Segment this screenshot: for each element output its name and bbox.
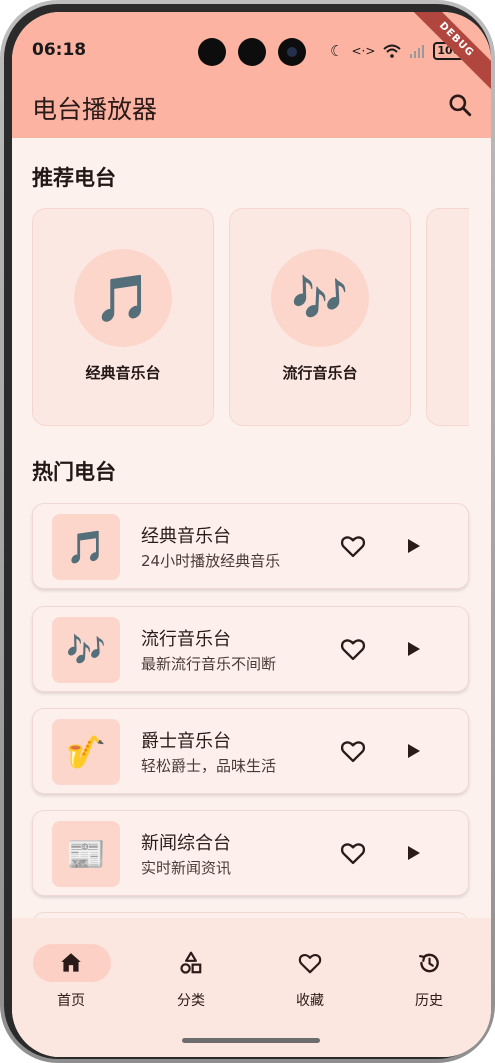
app-bar: 06:18 ☾ <·> 100 DEBUG 电台播放器 — [12, 12, 491, 138]
camera-lens — [238, 38, 266, 66]
recommended-card-label: 经典音乐台 — [85, 364, 161, 382]
bottom-navigation: 首页 分类 收藏 历史 — [12, 918, 491, 1057]
recommended-section-title: 推荐电台 — [32, 166, 116, 190]
nav-label: 分类 — [177, 993, 205, 1009]
category-icon — [180, 951, 202, 974]
favorite-heart-icon[interactable] — [339, 737, 367, 765]
nfc-icon: <·> — [351, 44, 376, 58]
music-note-icon: 🎵 — [74, 249, 172, 347]
nav-label: 历史 — [415, 993, 443, 1009]
favorite-heart-icon[interactable] — [339, 839, 367, 867]
play-icon[interactable] — [401, 739, 425, 763]
phone-screen: 06:18 ☾ <·> 100 DEBUG 电台播放器 推荐电台 🎵 经典音乐台… — [12, 12, 491, 1057]
device-bezel: 06:18 ☾ <·> 100 DEBUG 电台播放器 推荐电台 🎵 经典音乐台… — [4, 4, 491, 1059]
station-description: 24小时播放经典音乐 — [141, 552, 281, 570]
play-icon[interactable] — [401, 534, 425, 558]
nav-item-category[interactable]: 分类 — [141, 938, 241, 1009]
favorite-heart-icon[interactable] — [339, 532, 367, 560]
station-card[interactable]: 🎶 流行音乐台 最新流行音乐不间断 — [32, 606, 469, 692]
music-notes-icon: 🎶 — [271, 249, 369, 347]
station-name: 新闻综合台 — [141, 833, 231, 854]
nav-item-favorites[interactable]: 收藏 — [260, 938, 360, 1009]
camera-lens — [198, 38, 226, 66]
camera-cutout — [198, 38, 306, 66]
status-time: 06:18 — [32, 40, 87, 60]
play-icon[interactable] — [401, 841, 425, 865]
play-icon[interactable] — [401, 637, 425, 661]
nav-item-history[interactable]: 历史 — [379, 938, 479, 1009]
station-card[interactable]: 🎵 经典音乐台 24小时播放经典音乐 — [32, 503, 469, 589]
home-icon — [61, 953, 81, 972]
page-title: 电台播放器 — [32, 95, 158, 124]
music-note-icon: 🎵 — [52, 514, 120, 580]
nav-item-home[interactable]: 首页 — [21, 938, 121, 1009]
music-notes-icon: 🎶 — [52, 617, 120, 683]
home-indicator[interactable] — [182, 1038, 320, 1043]
station-description: 轻松爵士，品味生活 — [141, 757, 277, 775]
signal-icon — [410, 45, 425, 58]
moon-icon: ☾ — [330, 42, 344, 60]
recommended-card-partial[interactable] — [426, 208, 469, 426]
favorite-heart-icon[interactable] — [339, 635, 367, 663]
station-description: 最新流行音乐不间断 — [141, 655, 277, 673]
station-name: 流行音乐台 — [141, 629, 231, 650]
hot-section-title: 热门电台 — [32, 460, 116, 484]
newspaper-icon: 📰 — [52, 821, 120, 887]
nav-label: 收藏 — [296, 993, 324, 1009]
device-frame: 06:18 ☾ <·> 100 DEBUG 电台播放器 推荐电台 🎵 经典音乐台… — [0, 0, 495, 1063]
saxophone-icon: 🎷 — [52, 719, 120, 785]
camera-lens — [278, 38, 306, 66]
recommended-card[interactable]: 🎶 流行音乐台 — [229, 208, 411, 426]
search-icon[interactable] — [447, 92, 473, 118]
status-icons: ☾ <·> 100 — [330, 42, 465, 60]
recommended-carousel[interactable]: 🎵 经典音乐台 🎶 流行音乐台 — [32, 208, 469, 428]
station-description: 实时新闻资讯 — [141, 859, 232, 877]
station-card[interactable]: 📰 新闻综合台 实时新闻资讯 — [32, 810, 469, 896]
station-name: 经典音乐台 — [141, 526, 231, 547]
station-name: 爵士音乐台 — [141, 731, 231, 752]
station-card[interactable]: 🎷 爵士音乐台 轻松爵士，品味生活 — [32, 708, 469, 794]
recommended-card-label: 流行音乐台 — [282, 364, 358, 382]
wifi-icon — [383, 44, 402, 58]
nav-label: 首页 — [57, 993, 85, 1009]
recommended-card[interactable]: 🎵 经典音乐台 — [32, 208, 214, 426]
heart-icon — [298, 954, 322, 974]
history-icon — [419, 953, 439, 973]
